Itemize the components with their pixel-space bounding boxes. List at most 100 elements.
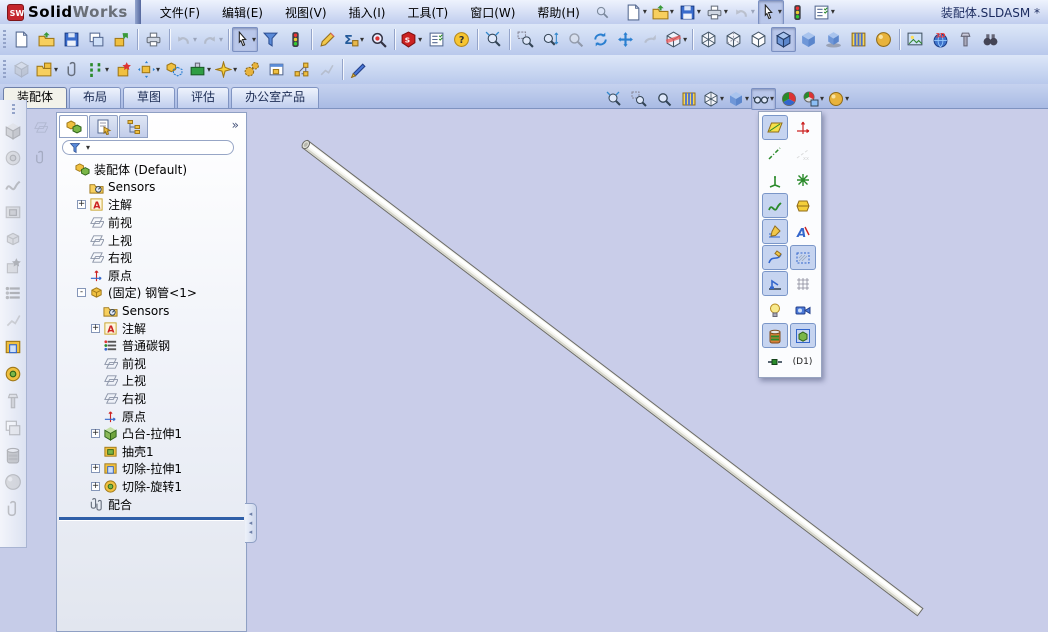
- qa-save-button[interactable]: ▾: [677, 0, 703, 25]
- toolbar-grip[interactable]: [3, 59, 6, 80]
- solidworks-resources-button[interactable]: ▾: [398, 27, 424, 52]
- section-view-button-caret[interactable]: ▾: [683, 35, 687, 44]
- graphics-viewport[interactable]: [248, 109, 1048, 632]
- propertymanager-tab[interactable]: [89, 115, 118, 138]
- motion-study-button[interactable]: [239, 57, 264, 82]
- toolbox-button[interactable]: [953, 27, 978, 52]
- tree-item-sensors[interactable]: Sensors: [59, 179, 245, 197]
- assembly-features-button[interactable]: ▾: [187, 57, 213, 82]
- view-temporary-axes-button[interactable]: [762, 141, 788, 166]
- view-planes-button[interactable]: [762, 115, 788, 140]
- linear-component-pattern-button[interactable]: ▾: [85, 57, 111, 82]
- hud-hide-show-items-button[interactable]: ▾: [751, 88, 777, 110]
- tab-evaluate[interactable]: 评估: [177, 87, 230, 108]
- tree-item-mates[interactable]: 配合: [59, 495, 245, 513]
- qa-select-button[interactable]: ▾: [757, 0, 784, 25]
- menu-edit[interactable]: 编辑(E): [211, 1, 274, 24]
- wireframe-button[interactable]: [696, 27, 721, 52]
- view-sketch-relations-button[interactable]: [762, 271, 788, 296]
- options-button[interactable]: [424, 27, 449, 52]
- hud-view-orientation-button-caret[interactable]: ▾: [720, 95, 724, 103]
- tree-item-boss-extrude1[interactable]: + 凸台-拉伸1: [59, 425, 245, 443]
- hud-edit-appearance-button[interactable]: [776, 88, 801, 110]
- view-decals-button[interactable]: [762, 323, 788, 348]
- qa-new-button-caret[interactable]: ▾: [643, 8, 647, 16]
- tree-item-steel-pipe[interactable]: - (固定) 钢管<1>: [59, 284, 245, 302]
- make-assembly-button[interactable]: [109, 27, 134, 52]
- menu-help[interactable]: 帮助(H): [526, 1, 590, 24]
- qa-new-button[interactable]: ▾: [623, 0, 649, 25]
- menu-window[interactable]: 窗口(W): [459, 1, 526, 24]
- expander-plus[interactable]: +: [91, 323, 100, 333]
- filter-select-button[interactable]: [258, 27, 283, 52]
- print-button[interactable]: [141, 27, 166, 52]
- view-sketches-button[interactable]: [762, 219, 788, 244]
- tree-item-pipe-origin[interactable]: 原点: [59, 407, 245, 425]
- menu-search-icon[interactable]: [595, 5, 609, 19]
- toolbar-grip[interactable]: [3, 29, 6, 50]
- expander-plus[interactable]: +: [77, 200, 86, 210]
- select-button[interactable]: ▾: [232, 27, 259, 52]
- view-points-button[interactable]: [790, 167, 816, 192]
- qa-options-button[interactable]: ▾: [811, 0, 837, 25]
- view-curves-button[interactable]: [762, 193, 788, 218]
- measure-button-caret[interactable]: ▾: [360, 35, 364, 44]
- smart-fasteners-button[interactable]: [111, 57, 136, 82]
- 3d-content-central-button[interactable]: [928, 27, 953, 52]
- expander-plus[interactable]: +: [91, 464, 100, 474]
- show-hidden-components-button[interactable]: [162, 57, 187, 82]
- zoom-in-out-button[interactable]: [538, 27, 563, 52]
- expander-plus[interactable]: +: [91, 429, 100, 439]
- measure-button[interactable]: ▾: [340, 27, 366, 52]
- new-motion-study-button[interactable]: [264, 57, 289, 82]
- tree-item-pipe-material[interactable]: 普通碳钢: [59, 337, 245, 355]
- view-annotations-button[interactable]: [790, 219, 816, 244]
- tree-item-pipe-sensors[interactable]: Sensors: [59, 302, 245, 320]
- tree-item-pipe-right-plane[interactable]: 右视: [59, 390, 245, 408]
- linear-component-pattern-button-caret[interactable]: ▾: [105, 65, 109, 74]
- exploded-view-button[interactable]: [289, 57, 314, 82]
- zoom-to-fit-button[interactable]: [481, 27, 506, 52]
- tree-item-shell1[interactable]: 抽壳1: [59, 443, 245, 461]
- solidworks-resources-button-caret[interactable]: ▾: [418, 35, 422, 44]
- menu-view[interactable]: 视图(V): [274, 1, 338, 24]
- move-component-button[interactable]: ▾: [136, 57, 162, 82]
- hud-display-style-button[interactable]: ▾: [726, 88, 751, 110]
- rotate-view-button[interactable]: [588, 27, 613, 52]
- qa-select-button-caret[interactable]: ▾: [778, 8, 782, 16]
- hud-view-orientation-button[interactable]: ▾: [701, 88, 726, 110]
- tree-filter-field[interactable]: ▾: [62, 140, 234, 155]
- tree-item-assembly-root[interactable]: 装配体 (Default): [59, 161, 245, 179]
- hud-apply-scene-button[interactable]: ▾: [801, 88, 826, 110]
- tree-item-right-plane[interactable]: 右视: [59, 249, 245, 267]
- rollback-bar[interactable]: [59, 517, 244, 521]
- tree-item-top-plane[interactable]: 上视: [59, 231, 245, 249]
- realview-button[interactable]: [846, 27, 871, 52]
- tree-item-cut-extrude1[interactable]: + 切除-拉伸1: [59, 460, 245, 478]
- move-component-button-caret[interactable]: ▾: [156, 65, 160, 74]
- tree-item-origin[interactable]: 原点: [59, 267, 245, 285]
- menu-insert[interactable]: 插入(I): [338, 1, 397, 24]
- mate-button[interactable]: [60, 57, 85, 82]
- hidden-lines-visible-button[interactable]: [721, 27, 746, 52]
- help-button[interactable]: [449, 27, 474, 52]
- select-button-caret[interactable]: ▾: [252, 35, 256, 44]
- make-drawing-button[interactable]: [84, 27, 109, 52]
- view-lights-button[interactable]: [762, 297, 788, 322]
- tree-item-pipe-front-plane[interactable]: 前视: [59, 355, 245, 373]
- panel-overflow-chevron[interactable]: »: [232, 118, 239, 132]
- hud-view-settings-button-caret[interactable]: ▾: [845, 95, 849, 103]
- tree-item-front-plane[interactable]: 前视: [59, 214, 245, 232]
- hud-section-view-button[interactable]: [676, 88, 701, 110]
- filter-caret[interactable]: ▾: [86, 143, 90, 152]
- shadows-button[interactable]: [821, 27, 846, 52]
- hud-zoom-to-selection-button[interactable]: [651, 88, 676, 110]
- view-sketch-hatch-button[interactable]: [790, 245, 816, 270]
- qa-save-button-caret[interactable]: ▾: [697, 8, 701, 16]
- hud-view-settings-button[interactable]: ▾: [826, 88, 851, 110]
- curve-sketch-button[interactable]: [346, 57, 371, 82]
- new-document-button[interactable]: [9, 27, 34, 52]
- view-routing-points-button[interactable]: [762, 349, 788, 374]
- sketch-button[interactable]: [315, 27, 340, 52]
- section-view-button[interactable]: ▾: [663, 27, 689, 52]
